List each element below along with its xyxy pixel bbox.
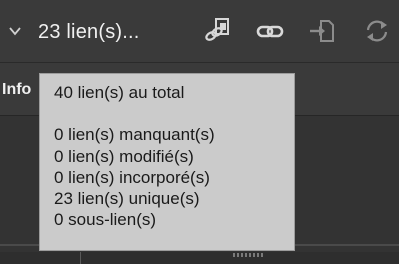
relink-icon[interactable] (203, 16, 233, 46)
chain-link-icon[interactable] (255, 16, 285, 46)
tooltip-spacer (54, 103, 294, 124)
total-links-text: 40 lien(s) au total (54, 83, 185, 102)
sublinks-text: 0 sous-lien(s) (54, 210, 157, 230)
modified-links-text: 0 lien(s) modifié(s) (54, 146, 194, 166)
resize-grip-icon[interactable] (233, 253, 263, 257)
footer-separator (80, 252, 81, 264)
unique-links-text: 23 lien(s) unique(s) (54, 189, 200, 209)
edit-original-icon[interactable] (307, 16, 337, 46)
chevron-down-icon[interactable] (8, 24, 22, 38)
info-label: Info (2, 81, 32, 98)
links-summary-tooltip: 40 lien(s) au total 0 lien(s) manquant(s… (39, 73, 295, 251)
missing-links-text: 0 lien(s) manquant(s) (54, 125, 215, 145)
embedded-links-text: 0 lien(s) incorporé(s) (54, 167, 210, 187)
links-count-title: 23 lien(s)... (38, 21, 140, 43)
panel-footer (0, 252, 399, 264)
refresh-icon[interactable] (362, 16, 392, 46)
